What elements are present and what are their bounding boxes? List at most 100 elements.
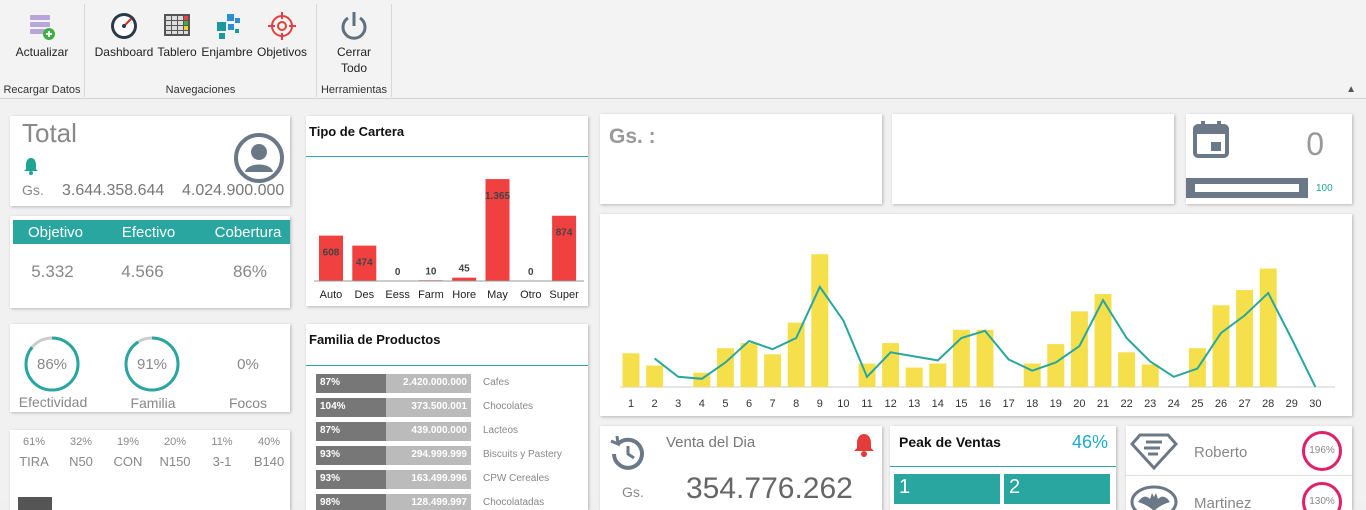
product-pct-column: 32% N50 <box>61 430 101 510</box>
ribbon-group-label: Recargar Datos <box>3 84 81 96</box>
cartera-tick-label: Eess <box>385 289 410 301</box>
cartera-bar-chart: 608 Auto 474 Des 0 Eess 10 Farm 45 Hore 1.365 May 0 O… <box>314 179 584 301</box>
enjambre-label: Enjambre <box>201 45 253 59</box>
cartera-title: Tipo de Cartera <box>309 124 405 139</box>
daily-bar <box>1259 268 1277 387</box>
product-pct-column: 11% 3-1 <box>202 430 242 510</box>
vendedores-card: Roberto 196% Martinez 130% <box>1126 426 1352 510</box>
cartera-tick-label: Auto <box>320 289 343 301</box>
familia-row-name: Chocolates <box>483 401 534 412</box>
daily-tick-label: 7 <box>770 398 776 410</box>
daily-tick-label: 21 <box>1097 398 1109 410</box>
rings-card: 86% Efectividad 91% Familia 0% Focos <box>10 324 290 412</box>
cartera-tick-label: Des <box>355 289 375 301</box>
cartera-data-label: 874 <box>556 228 573 239</box>
familia-productos-row[interactable]: 98% 128.499.997 Chocolatadas <box>316 494 586 510</box>
venta-dia-card: Venta del Dia Gs. 354.776.262 <box>600 426 882 510</box>
header-objetivo: Objetivo <box>27 224 84 241</box>
swarm-icon <box>217 14 240 39</box>
speedometer-icon <box>111 13 137 39</box>
cartera-data-label: 1.365 <box>485 191 510 202</box>
vendedor-pct-ring: 196% <box>1302 431 1342 471</box>
peak-tile-number: 2 <box>1009 476 1021 498</box>
familia-row-pct: 98% <box>316 494 386 510</box>
vendedor-name: Martinez <box>1194 495 1252 510</box>
ribbon-group-navegaciones: Dashboard Tablero Enjambre Objetivos Nav… <box>85 4 317 97</box>
familia-row-name: CPW Cereales <box>483 473 550 484</box>
alarm-bell-icon <box>854 434 874 457</box>
calendar-card: 0 100 <box>1186 114 1352 204</box>
enjambre-button[interactable]: Enjambre <box>199 8 255 60</box>
actualizar-button[interactable]: Actualizar <box>10 8 74 60</box>
familia-productos-row[interactable]: 87% 439.000.000 Lacteos <box>316 422 586 441</box>
vendedor-pct-ring: 130% <box>1302 482 1342 510</box>
venta-dia-value: 354.776.262 <box>686 472 853 505</box>
grid-table-icon <box>164 14 190 36</box>
progress-bar-label: 100 <box>1316 183 1333 194</box>
cartera-tick-label: Otro <box>520 289 541 301</box>
product-pct-name: 3-1 <box>212 454 232 469</box>
familia-productos-row[interactable]: 93% 163.499.996 CPW Cereales <box>316 470 586 489</box>
product-pct-column: 40% B140 <box>249 430 289 510</box>
vendedor-row[interactable]: Roberto 196% <box>1126 426 1352 476</box>
daily-tick-label: 9 <box>817 398 823 410</box>
cartera-bar <box>452 277 477 281</box>
cartera-tick-label: Super <box>549 289 579 301</box>
venta-dia-currency: Gs. <box>622 484 644 500</box>
total-currency: Gs. <box>22 182 44 198</box>
daily-bar <box>740 343 758 387</box>
efectividad-value: 86% <box>36 356 68 373</box>
dashboard-label: Dashboard <box>94 45 154 59</box>
familia-productos-row[interactable]: 93% 294.999.999 Biscuits y Pastery <box>316 446 586 465</box>
focos-label: Focos <box>228 395 268 411</box>
daily-tick-label: 23 <box>1144 398 1156 410</box>
ribbon-group-herramientas: Cerrar Todo Herramientas <box>317 4 392 97</box>
product-pct-column: 20% N150 <box>155 430 195 510</box>
objetivos-button[interactable]: Objetivos <box>255 8 309 60</box>
familia-row-pct: 93% <box>316 446 386 465</box>
daily-tick-label: 29 <box>1286 398 1298 410</box>
familia-row-name: Biscuits y Pastery <box>483 449 562 460</box>
value-objetivo: 5.332 <box>31 262 74 281</box>
dashboard-area: Total Gs. 3.644.358.644 4.024.900.000 Ob… <box>0 100 1366 510</box>
daily-bar <box>929 363 947 387</box>
product-pct-name: TIRA <box>19 454 49 469</box>
daily-sales-chart: 1 2 3 4 5 6 7 8 9 10 11 12 13 14 15 16 17 18 19 20 21 22 23 24 2… <box>620 254 1335 410</box>
tablero-button[interactable]: Tablero <box>155 8 199 60</box>
cartera-tick-label: May <box>487 289 508 301</box>
product-pct-value: 61% <box>22 436 46 448</box>
header-efectivo: Efectivo <box>121 224 176 241</box>
cartera-tick-label: Hore <box>452 289 476 301</box>
daily-tick-label: 26 <box>1215 398 1227 410</box>
cartera-data-label: 0 <box>395 267 401 278</box>
title-underline <box>890 466 1116 467</box>
product-pct-value: 11% <box>211 436 233 448</box>
chevron-up-icon[interactable]: ▲ <box>1346 84 1356 95</box>
daily-tick-label: 22 <box>1120 398 1132 410</box>
daily-tick-label: 16 <box>979 398 991 410</box>
familia-productos-row[interactable]: 104% 373.500.001 Chocolates <box>316 398 586 417</box>
daily-tick-label: 15 <box>955 398 967 410</box>
header-cobertura: Cobertura <box>214 224 282 241</box>
familia-row-value: 373.500.001 <box>386 398 471 417</box>
daily-tick-label: 17 <box>1002 398 1014 410</box>
daily-tick-label: 27 <box>1238 398 1250 410</box>
total-value-2: 4.024.900.000 <box>182 182 285 199</box>
daily-tick-label: 28 <box>1262 398 1274 410</box>
daily-bar <box>646 365 664 387</box>
clock-icon <box>610 435 644 470</box>
batman-icon <box>1130 485 1178 510</box>
familia-productos-row[interactable]: 87% 2.420.000.000 Cafes <box>316 374 586 393</box>
user-icon <box>234 133 284 183</box>
daily-bar <box>1212 305 1230 387</box>
total-card: Total Gs. 3.644.358.644 4.024.900.000 <box>10 116 290 206</box>
familia-row-name: Lacteos <box>483 425 519 436</box>
dashboard-button[interactable]: Dashboard <box>93 8 155 60</box>
calendar-icon <box>1193 121 1229 158</box>
vendedor-row[interactable]: Martinez 130% <box>1126 477 1352 510</box>
familia-row-value: 163.499.996 <box>386 470 471 489</box>
daily-tick-label: 30 <box>1309 398 1321 410</box>
cerrar-todo-button[interactable]: Cerrar Todo <box>327 8 381 76</box>
power-icon <box>341 12 367 40</box>
familia-value: 91% <box>136 356 168 373</box>
